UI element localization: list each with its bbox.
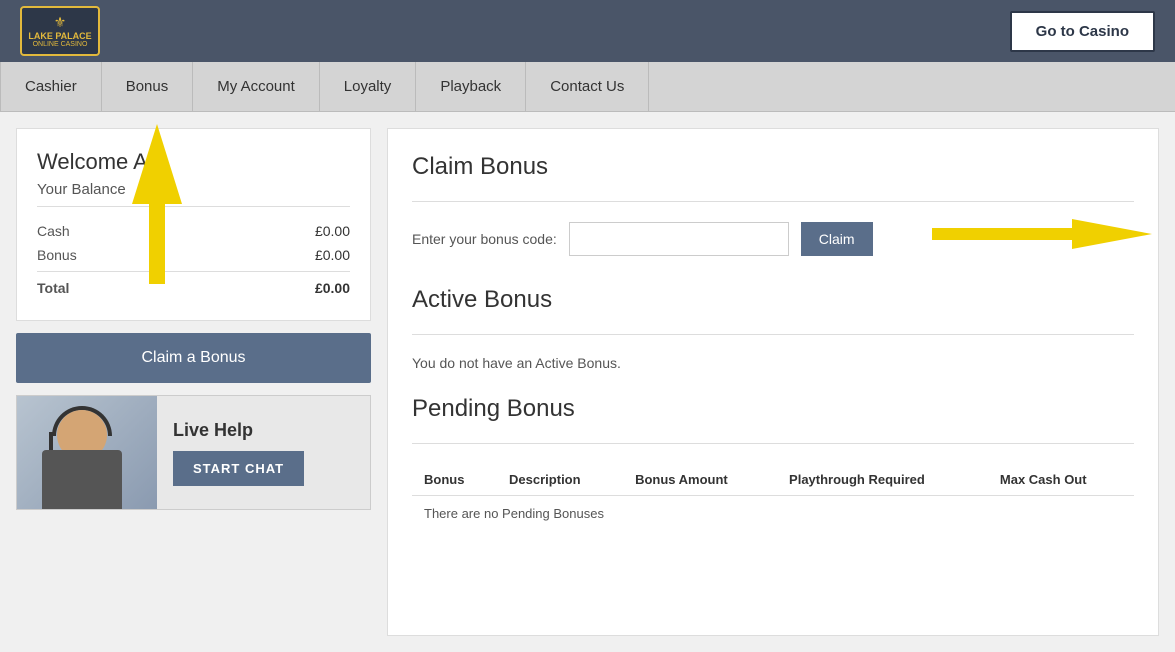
main-content: Welcome A! Your Balance Cash £0.00 Bonus… xyxy=(0,112,1175,652)
logo-subtitle: ONLINE CASINO xyxy=(33,41,88,48)
cash-balance-row: Cash £0.00 xyxy=(37,219,350,243)
claim-bonus-title: Claim Bonus xyxy=(412,153,1134,181)
welcome-title: Welcome A! xyxy=(37,149,350,175)
live-help-image xyxy=(17,395,157,510)
no-pending-message: There are no Pending Bonuses xyxy=(412,496,1134,532)
live-help-card: Live Help START CHAT xyxy=(16,395,371,510)
headset-mic-icon xyxy=(49,432,53,452)
active-bonus-title: Active Bonus xyxy=(412,286,1134,314)
person-body xyxy=(42,450,122,510)
pending-table-header-row: Bonus Description Bonus Amount Playthrou… xyxy=(412,464,1134,496)
live-help-text-area: Live Help START CHAT xyxy=(157,408,370,498)
col-bonus-amount: Bonus Amount xyxy=(623,464,777,496)
cash-label: Cash xyxy=(37,223,70,239)
bonus-balance-row: Bonus £0.00 xyxy=(37,243,350,267)
start-chat-button[interactable]: START CHAT xyxy=(173,451,304,486)
sidebar-item-my-account[interactable]: My Account xyxy=(193,62,320,111)
cash-value: £0.00 xyxy=(315,223,350,239)
pending-bonus-table: Bonus Description Bonus Amount Playthrou… xyxy=(412,464,1134,531)
enter-code-label: Enter your bonus code: xyxy=(412,231,557,247)
sidebar-item-contact-us[interactable]: Contact Us xyxy=(526,62,649,111)
right-panel: Claim Bonus Enter your bonus code: Claim… xyxy=(387,128,1159,636)
live-help-title: Live Help xyxy=(173,420,354,441)
total-balance-row: Total £0.00 xyxy=(37,271,350,300)
pending-bonus-section: Pending Bonus Bonus Description Bonus Am… xyxy=(412,395,1134,531)
total-value: £0.00 xyxy=(315,280,350,296)
no-pending-row: There are no Pending Bonuses xyxy=(412,496,1134,532)
col-description: Description xyxy=(497,464,623,496)
sidebar-item-loyalty[interactable]: Loyalty xyxy=(320,62,417,111)
col-max-cash-out: Max Cash Out xyxy=(988,464,1134,496)
balance-card: Welcome A! Your Balance Cash £0.00 Bonus… xyxy=(16,128,371,321)
go-to-casino-button[interactable]: Go to Casino xyxy=(1010,11,1155,52)
logo-container: ⚜ LAKE PALACE ONLINE CASINO xyxy=(20,6,100,56)
logo-icon: ⚜ xyxy=(54,14,67,31)
sidebar-item-cashier[interactable]: Cashier xyxy=(0,62,102,111)
pending-table-body: There are no Pending Bonuses xyxy=(412,496,1134,532)
bonus-code-input[interactable] xyxy=(569,222,789,256)
total-label: Total xyxy=(37,280,69,296)
bonus-label: Bonus xyxy=(37,247,77,263)
claim-code-button[interactable]: Claim xyxy=(801,222,873,256)
claim-bonus-section: Claim Bonus Enter your bonus code: Claim xyxy=(412,153,1134,256)
bonus-value: £0.00 xyxy=(315,247,350,263)
claim-bonus-divider xyxy=(412,201,1134,202)
col-playthrough: Playthrough Required xyxy=(777,464,988,496)
left-panel: Welcome A! Your Balance Cash £0.00 Bonus… xyxy=(16,128,371,636)
logo-title: LAKE PALACE xyxy=(28,31,91,42)
bonus-code-row: Enter your bonus code: Claim xyxy=(412,222,1134,256)
logo: ⚜ LAKE PALACE ONLINE CASINO xyxy=(20,6,100,56)
active-bonus-section: Active Bonus You do not have an Active B… xyxy=(412,286,1134,371)
your-balance-label: Your Balance xyxy=(37,181,350,207)
sidebar-item-playback[interactable]: Playback xyxy=(416,62,526,111)
active-bonus-divider xyxy=(412,334,1134,335)
annotation-arrow-right xyxy=(932,214,1152,254)
active-bonus-message: You do not have an Active Bonus. xyxy=(412,355,1134,371)
claim-bonus-button[interactable]: Claim a Bonus xyxy=(16,333,371,383)
sidebar-item-bonus[interactable]: Bonus xyxy=(102,62,194,111)
headset-person-image xyxy=(27,400,147,510)
pending-bonus-divider xyxy=(412,443,1134,444)
pending-bonus-title: Pending Bonus xyxy=(412,395,1134,423)
header: ⚜ LAKE PALACE ONLINE CASINO Go to Casino xyxy=(0,0,1175,62)
pending-table-head: Bonus Description Bonus Amount Playthrou… xyxy=(412,464,1134,496)
col-bonus: Bonus xyxy=(412,464,497,496)
navigation: Cashier Bonus My Account Loyalty Playbac… xyxy=(0,62,1175,112)
